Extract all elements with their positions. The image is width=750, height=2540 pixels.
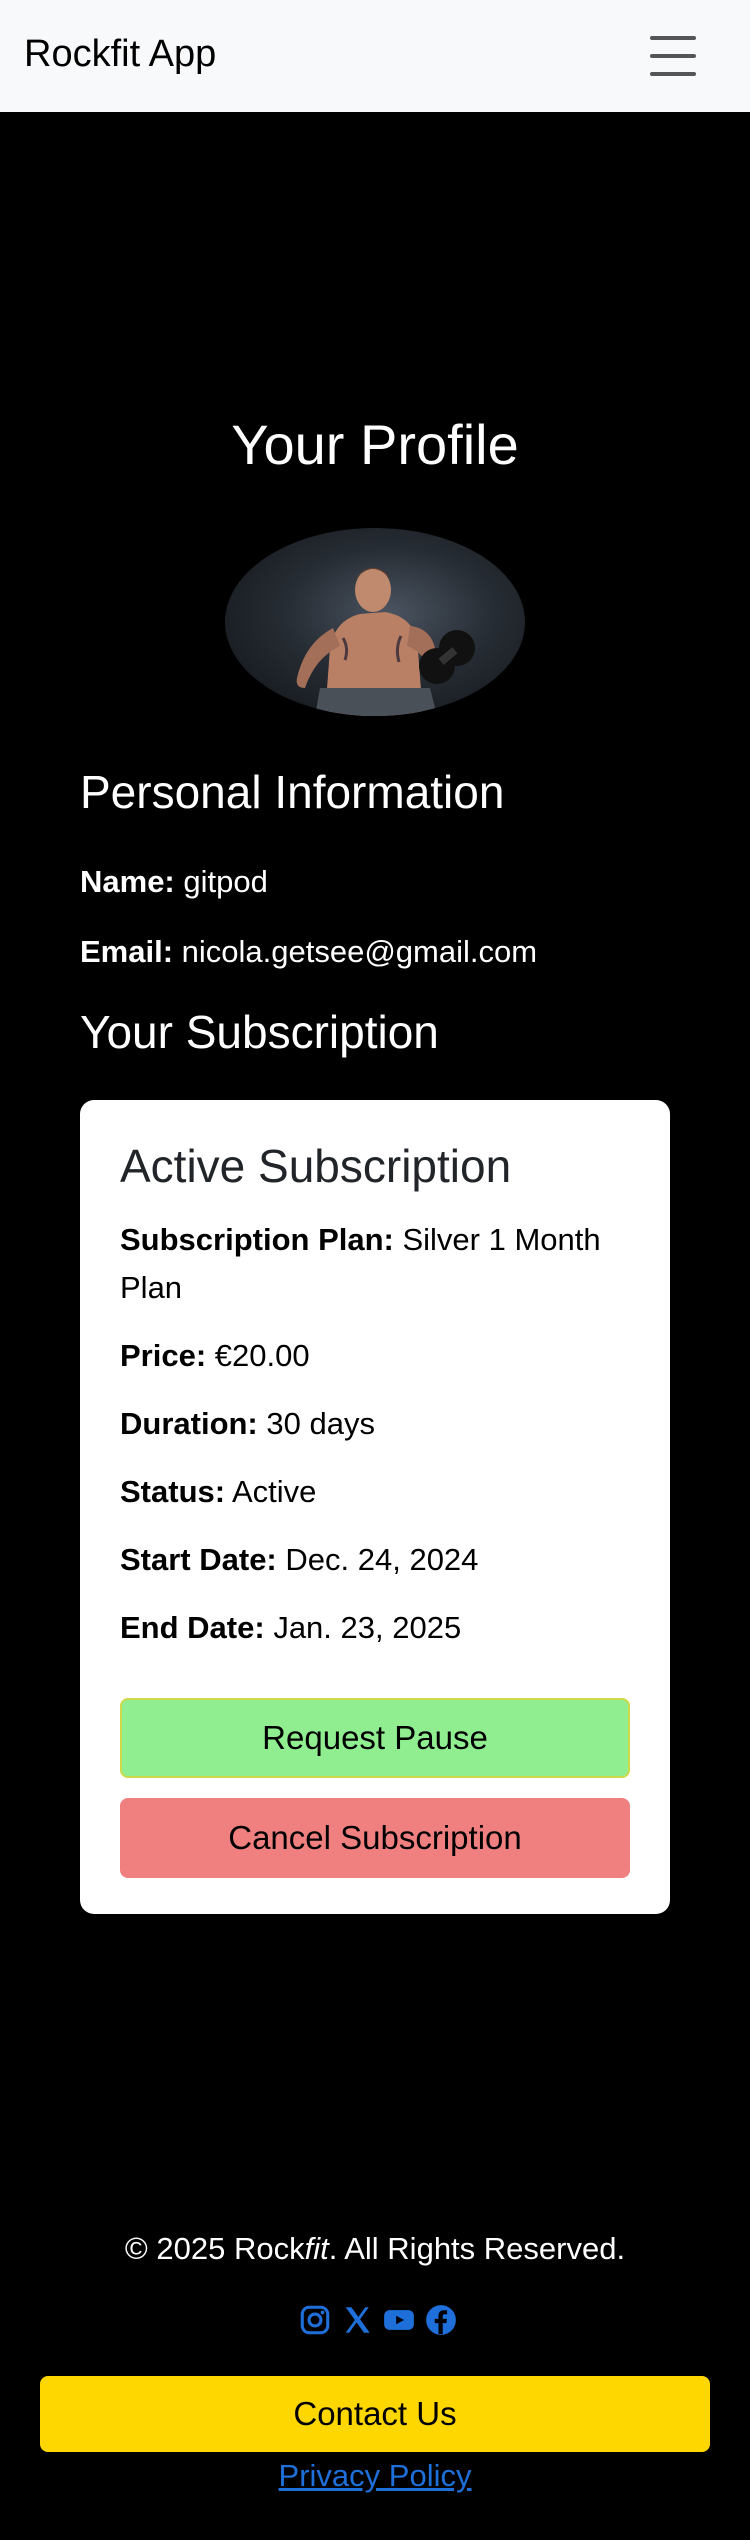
status-row: Status: Active <box>120 1468 640 1516</box>
youtube-icon[interactable] <box>382 2303 416 2337</box>
name-row: Name: gitpod <box>80 862 268 902</box>
duration-value: 30 days <box>266 1406 375 1441</box>
email-value: nicola.getsee@gmail.com <box>181 934 538 969</box>
status-value: Active <box>231 1474 317 1509</box>
name-value: gitpod <box>183 864 268 899</box>
social-links <box>298 2300 458 2340</box>
hamburger-menu-icon-bottom-bar <box>650 72 696 76</box>
end-date-value: Jan. 23, 2025 <box>273 1610 462 1645</box>
price-value: €20.00 <box>214 1338 310 1373</box>
copyright-brand-italic: fit <box>304 2231 329 2266</box>
facebook-icon[interactable] <box>424 2303 458 2337</box>
price-label: Price: <box>120 1338 207 1373</box>
subscription-plan-label: Subscription Plan: <box>120 1222 394 1257</box>
subscription-plan-row: Subscription Plan: Silver 1 Month Plan <box>120 1216 640 1312</box>
brand-logo-text[interactable]: Rockfit App <box>24 30 216 78</box>
navbar: Rockfit App <box>0 0 750 112</box>
footer-copyright: © 2025 Rockfit. All Rights Reserved. <box>0 2228 750 2270</box>
end-date-row: End Date: Jan. 23, 2025 <box>120 1604 640 1652</box>
cancel-subscription-button[interactable]: Cancel Subscription <box>120 1798 630 1878</box>
subscription-card-title: Active Subscription <box>120 1140 512 1192</box>
profile-avatar <box>225 528 525 716</box>
price-row: Price: €20.00 <box>120 1332 640 1380</box>
request-pause-button[interactable]: Request Pause <box>120 1698 630 1778</box>
privacy-policy-link[interactable]: Privacy Policy <box>0 2456 750 2496</box>
duration-label: Duration: <box>120 1406 258 1441</box>
x-twitter-icon[interactable] <box>340 2303 374 2337</box>
page-title: Your Profile <box>231 413 519 476</box>
status-label: Status: <box>120 1474 226 1509</box>
contact-us-button[interactable]: Contact Us <box>40 2376 710 2452</box>
name-label: Name: <box>80 864 175 899</box>
start-date-label: Start Date: <box>120 1542 277 1577</box>
subscription-card: Active Subscription Subscription Plan: S… <box>80 1100 670 1914</box>
duration-row: Duration: 30 days <box>120 1400 640 1448</box>
start-date-value: Dec. 24, 2024 <box>285 1542 479 1577</box>
hamburger-menu-icon-middle-bar <box>650 54 696 58</box>
subscription-heading: Your Subscription <box>80 1006 439 1058</box>
hamburger-menu-button[interactable] <box>630 24 716 88</box>
personal-info-heading: Personal Information <box>80 766 505 818</box>
copyright-prefix: © 2025 Rock <box>124 2231 305 2266</box>
instagram-icon[interactable] <box>298 2303 332 2337</box>
start-date-row: Start Date: Dec. 24, 2024 <box>120 1536 640 1584</box>
end-date-label: End Date: <box>120 1610 265 1645</box>
profile-photo-image <box>296 568 475 716</box>
hamburger-menu-icon-top-bar <box>650 36 696 40</box>
copyright-suffix: . All Rights Reserved. <box>328 2231 626 2266</box>
email-row: Email: nicola.getsee@gmail.com <box>80 932 537 972</box>
email-label: Email: <box>80 934 174 969</box>
